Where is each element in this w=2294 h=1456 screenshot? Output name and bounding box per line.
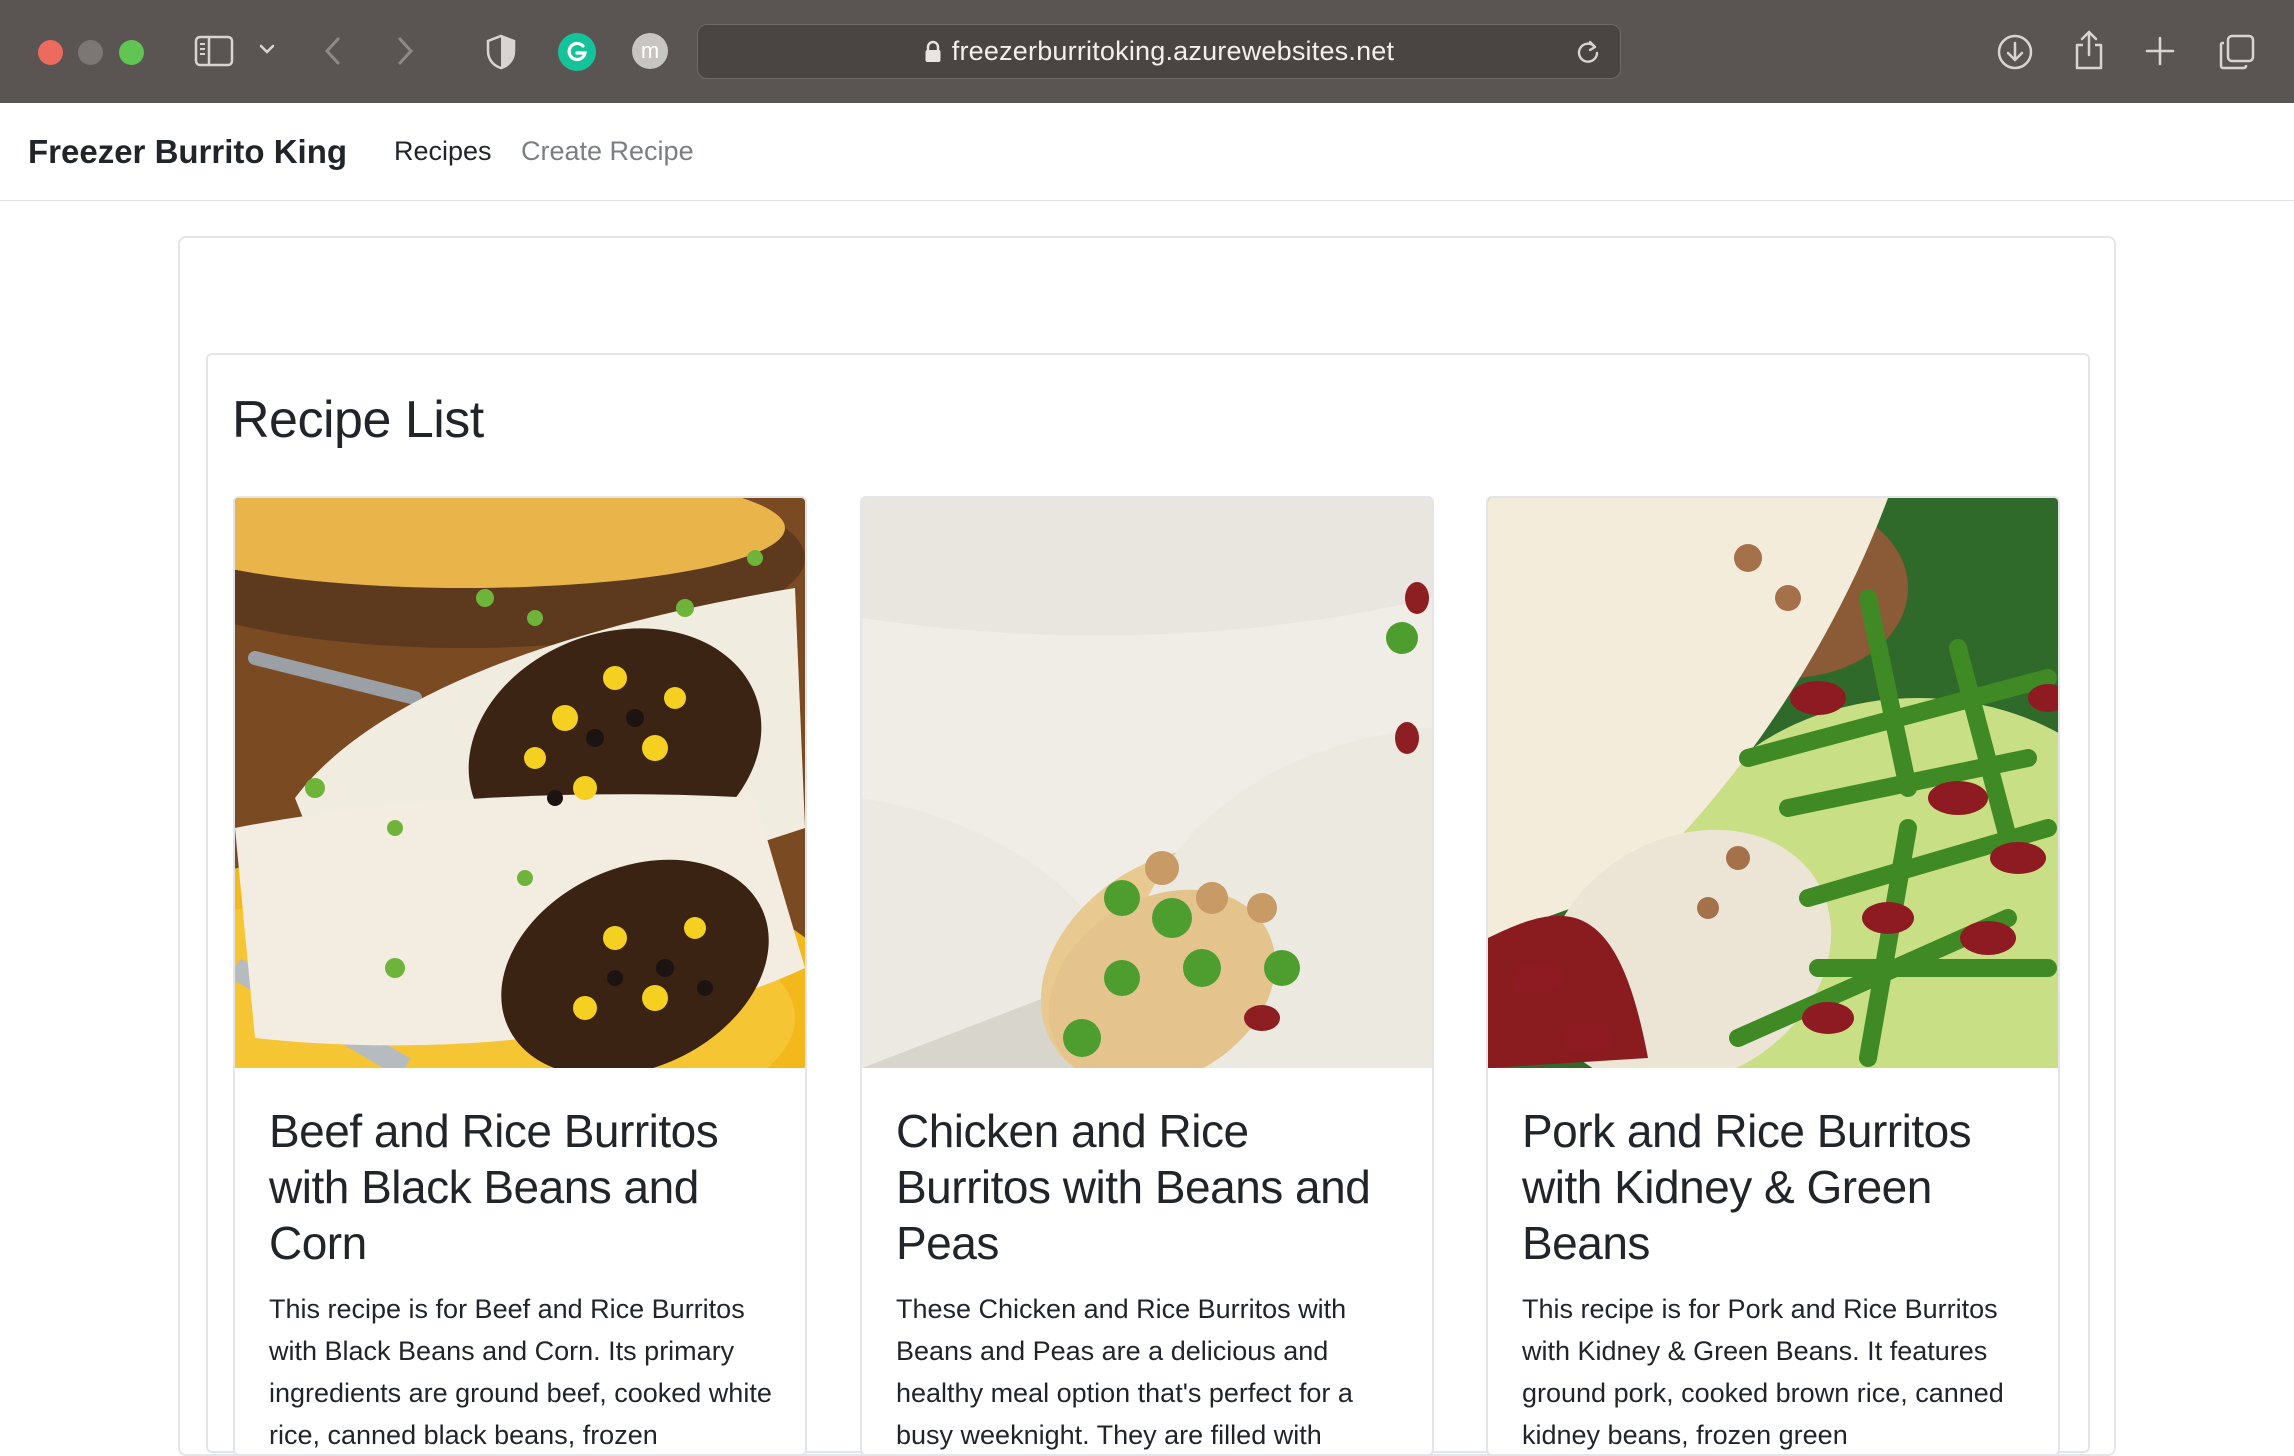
nav-link-create-recipe[interactable]: Create Recipe	[521, 136, 694, 167]
recipe-image[interactable]	[1488, 498, 2058, 1068]
browser-toolbar: m freezerburritoking.azurewebsites.net	[0, 0, 2294, 103]
recipe-description: These Chicken and Rice Burritos with Bea…	[896, 1294, 1353, 1450]
recipe-description: This recipe is for Beef and Rice Burrito…	[269, 1294, 772, 1450]
close-window-button[interactable]	[38, 40, 63, 65]
tabs-overview-icon[interactable]	[2218, 33, 2256, 71]
nav-link-recipes[interactable]: Recipes	[394, 136, 492, 167]
forward-icon[interactable]	[394, 34, 416, 68]
recipe-card[interactable]: Chicken and Rice Burritos with Beans and…	[860, 496, 1434, 1456]
recipe-title[interactable]: Beef and Rice Burritos with Black Beans …	[269, 1103, 779, 1271]
recipe-card[interactable]: Beef and Rice Burritos with Black Beans …	[233, 496, 807, 1456]
recipe-image[interactable]	[862, 498, 1432, 1068]
new-tab-icon[interactable]	[2144, 35, 2176, 67]
sidebar-icon[interactable]	[194, 34, 234, 68]
profile-initial: m	[640, 38, 660, 63]
share-icon[interactable]	[2072, 29, 2106, 71]
page-title: Recipe List	[232, 391, 484, 449]
shield-icon[interactable]	[484, 33, 518, 71]
chevron-down-icon[interactable]	[258, 42, 276, 56]
address-bar[interactable]: freezerburritoking.azurewebsites.net	[697, 24, 1621, 79]
recipe-title[interactable]: Chicken and Rice Burritos with Beans and…	[896, 1103, 1406, 1271]
download-icon[interactable]	[1996, 33, 2034, 71]
lock-icon	[924, 40, 942, 64]
reload-icon[interactable]	[1574, 38, 1602, 71]
app-navbar: Freezer Burrito King Recipes Create Reci…	[0, 103, 2294, 201]
minimize-window-button[interactable]	[78, 40, 103, 65]
url-text: freezerburritoking.azurewebsites.net	[951, 36, 1395, 66]
profile-icon[interactable]: m	[632, 33, 668, 69]
recipe-image[interactable]	[235, 498, 805, 1068]
recipe-description: This recipe is for Pork and Rice Burrito…	[1522, 1294, 2004, 1450]
zoom-window-button[interactable]	[119, 40, 144, 65]
back-icon[interactable]	[322, 34, 344, 68]
recipe-title[interactable]: Pork and Rice Burritos with Kidney & Gre…	[1522, 1103, 2032, 1271]
recipe-card[interactable]: Pork and Rice Burritos with Kidney & Gre…	[1486, 496, 2060, 1456]
grammarly-icon[interactable]	[558, 33, 596, 71]
brand-link[interactable]: Freezer Burrito King	[28, 133, 347, 171]
